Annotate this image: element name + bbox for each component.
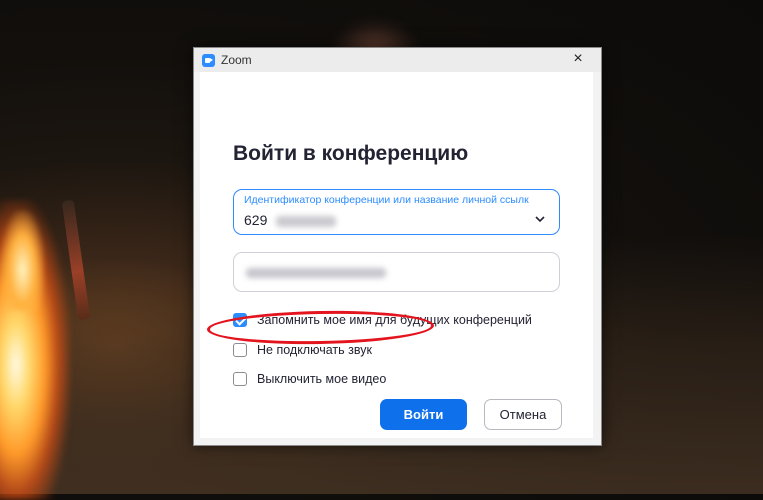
meeting-id-label: Идентификатор конференции или название л… — [244, 194, 529, 206]
zoom-join-dialog: Zoom × Войти в конференцию Идентификатор… — [193, 47, 602, 446]
meeting-id-redacted — [276, 216, 336, 227]
join-button[interactable]: Войти — [380, 399, 467, 430]
zoom-logo-icon — [202, 54, 215, 67]
video-off-checkbox[interactable] — [233, 372, 247, 386]
meeting-id-field[interactable]: Идентификатор конференции или название л… — [233, 189, 560, 235]
no-audio-checkbox[interactable] — [233, 343, 247, 357]
title-bar[interactable]: Zoom × — [194, 48, 601, 72]
video-off-label: Выключить мое видео — [257, 372, 387, 386]
window-title: Zoom — [221, 53, 252, 67]
cancel-button[interactable]: Отмена — [484, 399, 562, 430]
meeting-id-value[interactable]: 629 — [244, 212, 267, 228]
close-button[interactable]: × — [555, 48, 601, 70]
display-name-field[interactable] — [233, 252, 560, 292]
background-fire-core — [0, 210, 45, 310]
no-audio-label: Не подключать звук — [257, 343, 372, 357]
dialog-content: Войти в конференцию Идентификатор конфер… — [200, 72, 593, 438]
chevron-down-icon[interactable] — [533, 212, 547, 226]
dialog-heading: Войти в конференцию — [233, 142, 469, 165]
display-name-redacted — [246, 268, 386, 278]
